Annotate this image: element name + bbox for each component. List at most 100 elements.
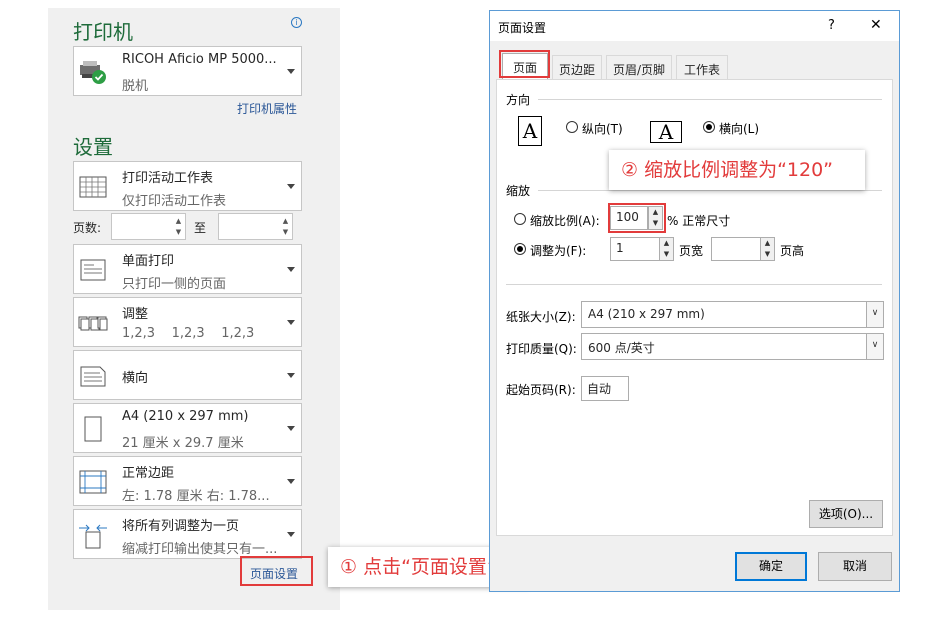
- option-sub: 缩减打印输出使其只有一...: [122, 542, 278, 557]
- landscape-radio[interactable]: [703, 121, 715, 133]
- margins-icon: [78, 467, 108, 497]
- tab-margins[interactable]: 页边距: [552, 55, 602, 79]
- dialog-title: 页面设置: [498, 21, 547, 35]
- chevron-down-icon: [287, 320, 295, 325]
- margins-selector[interactable]: 正常边距 左: 1.78 厘米 右: 1.78...: [73, 456, 302, 506]
- spin-up-icon[interactable]: ▲: [281, 217, 290, 225]
- option-sub: 1,2,3 1,2,3 1,2,3: [122, 326, 255, 341]
- option-main: 打印活动工作表: [122, 171, 214, 186]
- first-page-input[interactable]: 自动: [581, 376, 629, 401]
- chevron-down-icon: [287, 267, 295, 272]
- scale-input-highlight: [608, 203, 666, 233]
- option-main: 调整: [122, 307, 149, 322]
- orientation-selector[interactable]: 横向: [73, 350, 302, 400]
- fit-columns-icon: [78, 520, 108, 550]
- printer-name: RICOH Aficio MP 5000...: [122, 52, 277, 67]
- spin-down-icon[interactable]: ▼: [761, 249, 774, 260]
- pages-from-input[interactable]: ▲ ▼: [111, 213, 186, 240]
- ok-button[interactable]: 确定: [735, 552, 807, 581]
- group-divider: [538, 99, 882, 100]
- fit-tall-input[interactable]: [711, 237, 761, 261]
- spin-up-icon[interactable]: ▲: [174, 217, 183, 225]
- fit-to-radio[interactable]: [514, 243, 526, 255]
- close-icon[interactable]: ✕: [870, 17, 882, 33]
- options-button[interactable]: 选项(O)...: [809, 500, 883, 528]
- landscape-page-icon: A: [650, 121, 682, 143]
- printer-status: 脱机: [122, 79, 149, 94]
- option-sub: 21 厘米 x 29.7 厘米: [122, 436, 244, 451]
- step2-callout: ② 缩放比例调整为“120”: [609, 150, 865, 190]
- page-setup-highlight: [240, 556, 313, 586]
- collate-selector[interactable]: 调整 1,2,3 1,2,3 1,2,3: [73, 297, 302, 347]
- dialog-titlebar: [490, 11, 899, 41]
- scaling-group-label: 缩放: [506, 184, 531, 198]
- chevron-down-icon: [287, 184, 295, 189]
- scale-suffix-label: % 正常尺寸: [667, 214, 731, 228]
- tab-sheet[interactable]: 工作表: [676, 55, 728, 79]
- option-sub: 左: 1.78 厘米 右: 1.78...: [122, 489, 270, 504]
- chevron-down-icon[interactable]: ∨: [866, 334, 883, 359]
- paper-size-label: 纸张大小(Z):: [506, 310, 576, 324]
- fit-wide-input[interactable]: 1: [610, 237, 660, 261]
- paper-size-value: A4 (210 x 297 mm): [588, 307, 705, 321]
- print-what-selector[interactable]: 打印活动工作表 仅打印活动工作表: [73, 161, 302, 211]
- printer-properties-link[interactable]: 打印机属性: [237, 100, 297, 117]
- collate-icon: [78, 308, 108, 338]
- landscape-label: 横向(L): [719, 122, 760, 136]
- chevron-down-icon: [287, 532, 295, 537]
- print-quality-label: 打印质量(Q):: [506, 342, 577, 356]
- print-quality-combo[interactable]: 600 点/英寸 ∨: [581, 333, 884, 360]
- group-divider: [506, 284, 882, 285]
- pages-to-label: 至: [194, 221, 207, 235]
- chevron-down-icon[interactable]: ∨: [866, 302, 883, 327]
- print-settings-panel: 打印机 i RICOH Aficio MP 5000... 脱机 打印机属性 设…: [48, 8, 340, 610]
- scale-percent-label: 缩放比例(A):: [530, 214, 600, 228]
- fit-tall-label: 页高: [780, 244, 805, 258]
- paper-size-selector[interactable]: A4 (210 x 297 mm) 21 厘米 x 29.7 厘米: [73, 403, 302, 453]
- single-sided-icon: [78, 255, 108, 285]
- first-page-label: 起始页码(R):: [506, 383, 576, 397]
- portrait-page-icon: A: [518, 116, 542, 146]
- spin-up-icon[interactable]: ▲: [761, 238, 774, 249]
- option-sub: 仅打印活动工作表: [122, 194, 227, 209]
- fit-wide-stepper[interactable]: ▲ ▼: [659, 237, 674, 261]
- scale-percent-radio[interactable]: [514, 213, 526, 225]
- chevron-down-icon: [287, 69, 295, 74]
- portrait-radio[interactable]: [566, 121, 578, 133]
- spin-up-icon[interactable]: ▲: [660, 238, 673, 249]
- chevron-down-icon: [287, 426, 295, 431]
- help-button[interactable]: ?: [828, 18, 835, 33]
- fit-tall-stepper[interactable]: ▲ ▼: [760, 237, 775, 261]
- option-sub: 只打印一侧的页面: [122, 277, 227, 292]
- sheet-grid-icon: [78, 172, 108, 202]
- pages-label: 页数:: [73, 221, 102, 235]
- cancel-button[interactable]: 取消: [818, 552, 892, 581]
- fit-to-label: 调整为(F):: [530, 244, 587, 258]
- spin-down-icon[interactable]: ▼: [660, 249, 673, 260]
- scaling-selector[interactable]: 将所有列调整为一页 缩减打印输出使其只有一...: [73, 509, 302, 559]
- page-tab-highlight: [499, 50, 550, 78]
- option-main: A4 (210 x 297 mm): [122, 409, 249, 424]
- fit-wide-label: 页宽: [679, 244, 704, 258]
- print-quality-value: 600 点/英寸: [588, 341, 655, 355]
- spin-down-icon[interactable]: ▼: [174, 228, 183, 236]
- settings-heading: 设置: [73, 135, 113, 159]
- printer-selector[interactable]: RICOH Aficio MP 5000... 脱机: [73, 46, 302, 96]
- spin-down-icon[interactable]: ▼: [281, 228, 290, 236]
- option-main: 正常边距: [122, 466, 175, 481]
- portrait-label: 纵向(T): [582, 122, 623, 136]
- option-main: 将所有列调整为一页: [122, 519, 240, 534]
- sides-selector[interactable]: 单面打印 只打印一侧的页面: [73, 244, 302, 294]
- info-icon[interactable]: i: [291, 17, 302, 28]
- paper-size-combo[interactable]: A4 (210 x 297 mm) ∨: [581, 301, 884, 328]
- page-setup-dialog: 页面设置 ? ✕ 页面 页边距 页眉/页脚 工作表 方向 A 纵向(T) A 横…: [489, 10, 900, 592]
- landscape-page-icon: [78, 361, 108, 391]
- option-main: 单面打印: [122, 254, 175, 269]
- group-divider: [538, 190, 882, 191]
- orientation-group-label: 方向: [506, 93, 531, 107]
- chevron-down-icon: [287, 479, 295, 484]
- pages-to-input[interactable]: ▲ ▼: [218, 213, 293, 240]
- option-main: 横向: [122, 371, 149, 386]
- chevron-down-icon: [287, 373, 295, 378]
- tab-header-footer[interactable]: 页眉/页脚: [606, 55, 672, 79]
